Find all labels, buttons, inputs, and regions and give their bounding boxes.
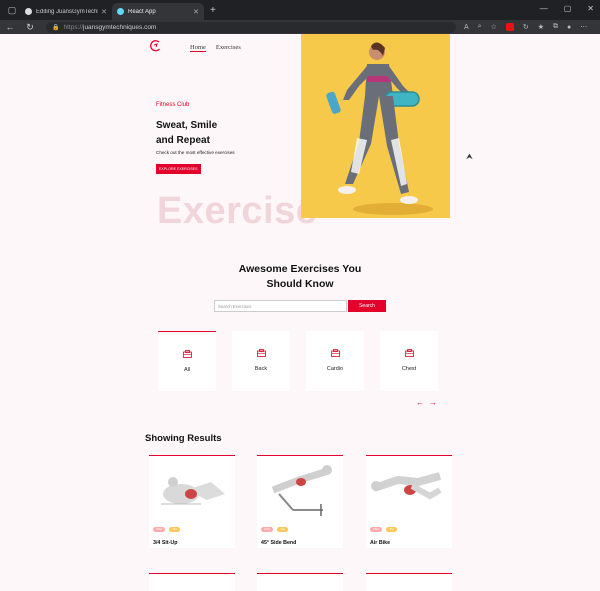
exercise-image [161,477,225,505]
exercise-name: 3/4 Sit-Up [153,540,178,546]
exercise-card-partial[interactable] [149,573,235,591]
close-icon[interactable]: ✕ [193,8,199,16]
back-icon[interactable]: ← [0,22,20,32]
toolbar-icons: A ⌕ ☆ ↻ ★ ⧉ ● ⋯ [464,23,587,31]
page: Home Exercises Fitness Club Sweat, Smile… [0,34,600,591]
category-label: Back [254,366,268,372]
more-icon[interactable]: ⋯ [580,23,587,31]
tag-badge[interactable]: Waist [370,527,383,532]
url-scheme: https:// [63,23,83,31]
category-scroller: All Back Cardio Chest [158,331,438,391]
tag-badge[interactable]: Abs [169,527,180,532]
lock-icon: 🔒 [52,24,60,31]
collections-icon[interactable]: ⧉ [553,23,558,31]
new-tab-icon[interactable]: + [210,5,216,16]
tab-label: Editing JuansGymTechniques/RE [36,8,98,15]
favorites-icon[interactable]: ★ [538,23,544,31]
title-line: Should Know [266,278,334,290]
window-menu-icon[interactable]: ▢ [4,0,20,20]
window-controls: — ▢ ✕ [540,4,594,13]
exercise-name: Air Bike [370,540,391,546]
card-tags: Waist Abs [261,527,288,532]
hero-headline: Sweat, Smile and Repeat [156,118,266,148]
results-title: Showing Results [145,433,222,444]
search-button[interactable]: Search [348,300,386,312]
url-host: juansgymtechniques.com [83,23,157,31]
category-card[interactable]: All [158,331,216,391]
nav-home-link[interactable]: Home [190,44,206,52]
exercise-image [371,472,442,500]
headline-line: Sweat, Smile [156,120,218,131]
extension-icon[interactable] [505,23,514,31]
exercise-card[interactable]: Waist Abs 3/4 Sit-Up [149,455,235,548]
favorite-icon[interactable]: ☆ [491,23,497,31]
react-icon [117,8,124,15]
category-card[interactable]: Chest [380,331,438,391]
arrow-right-icon[interactable]: → [429,398,437,407]
exercise-card[interactable]: Waist Abs Air Bike [366,455,452,548]
url-field[interactable]: 🔒 https:// juansgymtechniques.com [46,21,456,33]
category-label: Cardio [326,366,344,372]
tab-github[interactable]: Editing JuansGymTechniques/RE ✕ [20,3,112,20]
tag-badge[interactable]: Abs [386,527,397,532]
card-tags: Waist Abs [153,527,180,532]
hero-subline: Check out the most effective exercises [156,150,235,155]
hero-club-label: Fitness Club [156,102,190,108]
exercise-card-partial[interactable] [366,573,452,591]
explore-exercises-button[interactable]: EXPLORE EXERCISES [156,164,201,174]
refresh-icon[interactable]: ↻ [20,22,40,33]
category-card[interactable]: Back [232,331,290,391]
tag-badge[interactable]: Abs [277,527,288,532]
gym-icon [256,349,266,357]
minimize-icon[interactable]: — [540,4,548,13]
mouse-cursor-icon: ⮝ [466,152,473,161]
browser-tab-bar: ▢ Editing JuansGymTechniques/RE ✕ React … [0,0,600,20]
nav-exercises-link[interactable]: Exercises [216,44,241,52]
category-card[interactable]: Cardio [306,331,364,391]
read-aloud-icon[interactable]: A [464,24,469,31]
search-input[interactable]: Search Exercises [214,300,347,312]
maximize-icon[interactable]: ▢ [564,4,572,13]
tab-label: React App [128,8,156,15]
logo-icon[interactable] [150,40,162,52]
headline-line: and Repeat [156,135,210,146]
profile-icon[interactable]: ● [567,24,571,31]
close-window-icon[interactable]: ✕ [587,4,594,13]
address-bar: ← ↻ 🔒 https:// juansgymtechniques.com A … [0,20,600,34]
zoom-icon[interactable]: ⌕ [478,23,482,31]
category-label: Chest [401,366,417,372]
top-nav: Home Exercises [190,44,241,52]
hero-watermark: Exercise [157,190,318,232]
tab-react-app[interactable]: React App ✕ [112,3,204,20]
exercise-card-partial[interactable] [257,573,343,591]
scroll-arrows: ← → [416,398,437,407]
exercise-card[interactable]: Waist Abs 45° Side Bend [257,455,343,548]
refresh-extension-icon[interactable]: ↻ [523,23,529,31]
exercise-image [271,465,332,516]
tag-badge[interactable]: Waist [261,527,274,532]
github-icon [25,8,32,15]
title-line: Awesome Exercises You [238,263,362,275]
hero-banner-image [301,34,450,218]
gym-icon [182,350,192,358]
exercises-section-title: Awesome Exercises You Should Know [200,262,400,292]
close-icon[interactable]: ✕ [101,8,107,16]
card-tags: Waist Abs [370,527,397,532]
tag-badge[interactable]: Waist [153,527,166,532]
category-label: All [183,367,191,373]
gym-icon [404,349,414,357]
arrow-left-icon[interactable]: ← [416,398,424,407]
exercise-name: 45° Side Bend [261,540,297,546]
gym-icon [330,349,340,357]
